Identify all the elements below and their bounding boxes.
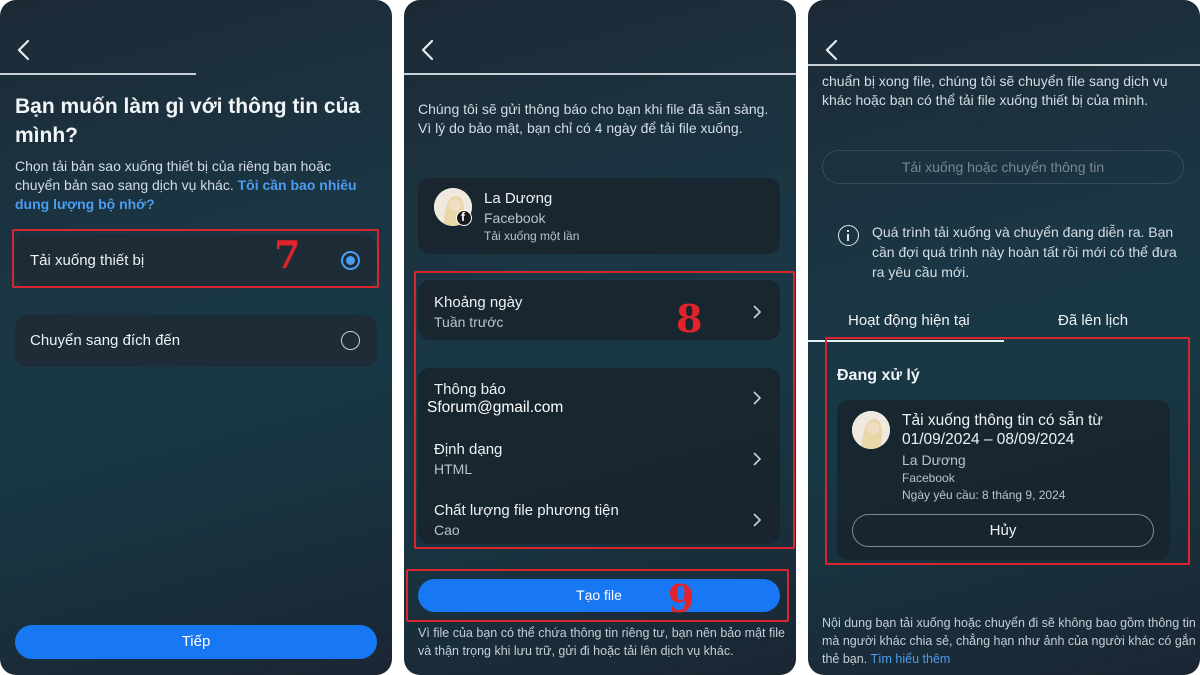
- request-date: Ngày yêu cầu: 8 tháng 9, 2024: [902, 488, 1066, 502]
- request-card: Tải xuống thông tin có sẵn từ 01/09/2024…: [837, 400, 1170, 560]
- setting-title: Khoảng ngày: [434, 294, 523, 311]
- annotation-number-7: 7: [274, 232, 301, 277]
- profile-platform: Facebook: [484, 210, 546, 226]
- progress-divider: [0, 73, 196, 75]
- option-transfer-destination[interactable]: Chuyển sang đích đến: [15, 315, 377, 367]
- intro-text: Chúng tôi sẽ gửi thông báo cho bạn khi f…: [418, 101, 769, 136]
- settings-group: Thông báo Sforum@gmail.com Định dạng HTM…: [418, 368, 780, 544]
- screen-processing: chuẩn bị xong file, chúng tôi sẽ chuyển …: [808, 0, 1200, 675]
- facebook-icon: f: [456, 210, 472, 226]
- setting-title: Thông báo: [434, 381, 506, 398]
- progress-divider: [404, 73, 796, 75]
- chevron-right-icon: [753, 305, 762, 319]
- profile-name: La Dương: [484, 190, 553, 207]
- setting-media-quality[interactable]: Chất lượng file phương tiện Cao: [418, 488, 780, 548]
- setting-value: Sforum@gmail.com: [427, 399, 564, 416]
- create-file-button[interactable]: Tạo file: [418, 579, 780, 612]
- privacy-footer: Vì file của bạn có thể chứa thông tin ri…: [418, 626, 785, 658]
- status-heading: Đang xử lý: [837, 367, 920, 384]
- setting-title: Chất lượng file phương tiện: [434, 502, 619, 519]
- setting-date-range[interactable]: Khoảng ngày Tuần trước: [418, 280, 780, 340]
- chevron-right-icon: [753, 513, 762, 527]
- content-footer: Nội dung bạn tải xuống hoặc chuyển đi sẽ…: [822, 614, 1197, 668]
- tab-scheduled[interactable]: Đã lên lịch: [1058, 312, 1128, 329]
- back-arrow-icon[interactable]: [822, 38, 842, 62]
- back-arrow-icon[interactable]: [14, 38, 34, 62]
- chevron-right-icon: [753, 452, 762, 466]
- setting-value: Cao: [434, 522, 460, 538]
- radio-selected-icon[interactable]: [341, 251, 360, 270]
- option-download-device[interactable]: Tải xuống thiết bị: [15, 235, 377, 287]
- cancel-button[interactable]: Hủy: [852, 514, 1154, 547]
- back-arrow-icon[interactable]: [418, 38, 438, 62]
- screen-file-settings: Chúng tôi sẽ gửi thông báo cho bạn khi f…: [404, 0, 796, 675]
- request-name: La Dương: [902, 452, 966, 468]
- active-tab-indicator: [808, 340, 1004, 342]
- avatar: [852, 411, 890, 449]
- setting-value: Tuần trước: [434, 314, 504, 330]
- screen-choose-action: Bạn muốn làm gì với thông tin của mình? …: [0, 0, 392, 675]
- request-title-line2: 01/09/2024 – 08/09/2024: [902, 431, 1075, 448]
- option-label: Tải xuống thiết bị: [30, 252, 145, 269]
- annotation-number-8: 8: [676, 296, 703, 341]
- setting-format[interactable]: Định dạng HTML: [418, 428, 780, 488]
- annotation-number-9: 9: [668, 576, 695, 621]
- tab-current-activity[interactable]: Hoạt động hiện tại: [848, 312, 970, 329]
- setting-value: HTML: [434, 461, 473, 477]
- page-description: Chọn tải bản sao xuống thiết bị của riên…: [15, 157, 380, 214]
- info-icon: [838, 225, 859, 246]
- download-transfer-button[interactable]: Tải xuống hoặc chuyển thông tin: [822, 150, 1184, 184]
- request-title-line1: Tải xuống thông tin có sẵn từ: [902, 412, 1103, 429]
- info-message: Quá trình tải xuống và chuyển đang diễn …: [872, 224, 1177, 280]
- learn-more-link[interactable]: Tìm hiểu thêm: [870, 652, 950, 666]
- explanation-text: chuẩn bị xong file, chúng tôi sẽ chuyển …: [822, 73, 1168, 108]
- progress-divider: [808, 64, 1200, 66]
- profile-download-type: Tải xuống một lần: [484, 229, 580, 243]
- option-label: Chuyển sang đích đến: [30, 332, 181, 349]
- chevron-right-icon: [753, 391, 762, 405]
- setting-title: Định dạng: [434, 441, 503, 458]
- page-title: Bạn muốn làm gì với thông tin của mình?: [15, 95, 361, 147]
- request-platform: Facebook: [902, 471, 955, 485]
- setting-notification[interactable]: Thông báo Sforum@gmail.com: [418, 368, 780, 428]
- radio-unselected-icon[interactable]: [341, 331, 360, 350]
- profile-card: f La Dương Facebook Tải xuống một lần: [418, 178, 780, 254]
- next-button[interactable]: Tiếp: [15, 625, 377, 659]
